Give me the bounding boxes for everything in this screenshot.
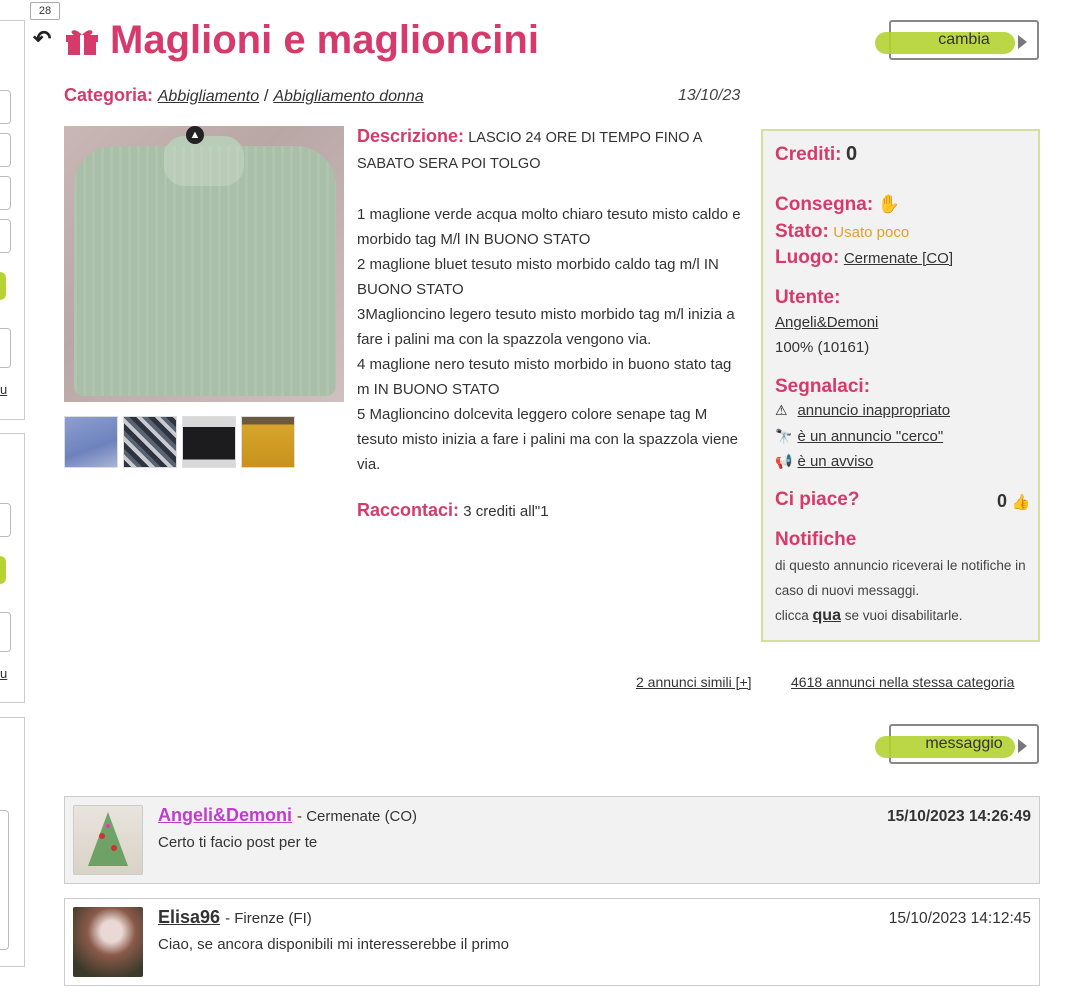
crediti-label: Crediti: bbox=[775, 144, 842, 165]
comment-user-link[interactable]: Elisa96 bbox=[158, 907, 220, 927]
thumbnail-1[interactable] bbox=[64, 416, 118, 468]
left-input-1[interactable] bbox=[0, 90, 11, 124]
left-input-5[interactable] bbox=[0, 328, 11, 368]
notifiche-pre: clicca bbox=[775, 608, 809, 623]
notifiche-text: di questo annuncio riceverai le notifich… bbox=[775, 558, 1026, 598]
post-date: 13/10/23 bbox=[678, 87, 741, 104]
utente-label: Utente: bbox=[775, 287, 841, 308]
category-label: Categoria: bbox=[64, 85, 154, 105]
arrow-right-icon bbox=[1018, 739, 1027, 753]
left-green-button-2[interactable] bbox=[0, 556, 6, 584]
messaggio-button[interactable]: messaggio bbox=[875, 724, 1039, 764]
page-title: Maglioni e maglioncini bbox=[110, 18, 539, 62]
notifiche-post: se vuoi disabilitarle. bbox=[844, 608, 963, 623]
comment-user-link[interactable]: Angeli&Demoni bbox=[158, 805, 292, 825]
similar-ads-link[interactable]: 2 annunci simili [+] bbox=[636, 674, 752, 690]
raccontaci-row: Raccontaci: 3 crediti all"1 bbox=[357, 500, 549, 521]
binoculars-icon: 🔭 bbox=[775, 428, 793, 444]
comment-item: Elisa96 - Firenze (FI) 15/10/2023 14:12:… bbox=[64, 898, 1040, 986]
report-cerco-link[interactable]: è un annuncio "cerco" bbox=[797, 428, 943, 445]
description-item: 4 maglione nero tesuto misto morbido in … bbox=[357, 356, 732, 398]
megaphone-icon: 📢 bbox=[775, 453, 793, 469]
raccontaci-text: 3 crediti all"1 bbox=[463, 503, 549, 520]
cambia-button[interactable]: cambia bbox=[875, 20, 1039, 60]
left-link-2[interactable]: u bbox=[0, 666, 7, 681]
notifiche-disable-link[interactable]: qua bbox=[813, 607, 841, 624]
comment-item: Angeli&Demoni - Cermenate (CO) 15/10/202… bbox=[64, 796, 1040, 884]
hand-icon: ✋ bbox=[877, 194, 901, 214]
left-input-2[interactable] bbox=[0, 133, 11, 167]
comment-date: 15/10/2023 14:26:49 bbox=[887, 808, 1031, 825]
category-link-abbigliamento-donna[interactable]: Abbigliamento donna bbox=[273, 88, 423, 105]
left-sidebar-partial: u u bbox=[0, 0, 25, 1000]
comment-location: - Cermenate (CO) bbox=[297, 808, 418, 825]
utente-rating: 100% (10161) bbox=[775, 339, 870, 356]
comment-date: 15/10/2023 14:12:45 bbox=[888, 910, 1031, 927]
left-input-6[interactable] bbox=[0, 503, 11, 537]
left-link-1[interactable]: u bbox=[0, 382, 7, 397]
thumbnail-2[interactable] bbox=[123, 416, 177, 468]
main-product-image[interactable] bbox=[64, 126, 344, 402]
left-input-7[interactable] bbox=[0, 612, 11, 652]
report-inappropriate-link[interactable]: annuncio inappropriato bbox=[797, 402, 950, 419]
comment-header: Elisa96 - Firenze (FI) bbox=[158, 907, 312, 928]
chevron-up-icon[interactable]: ▲ bbox=[186, 126, 204, 144]
left-input-3[interactable] bbox=[0, 176, 11, 210]
comment-location: - Firenze (FI) bbox=[225, 910, 312, 927]
left-input-4[interactable] bbox=[0, 219, 11, 253]
thumbnail-4[interactable] bbox=[241, 416, 295, 468]
comment-text: Certo ti facio post per te bbox=[158, 834, 318, 851]
crediti-value: 0 bbox=[845, 143, 858, 165]
thumbs-up-icon[interactable]: 👍 bbox=[1011, 494, 1030, 511]
same-category-link[interactable]: 4618 annunci nella stessa categoria bbox=[791, 674, 1014, 690]
description-block: Descrizione: LASCIO 24 ORE DI TEMPO FINO… bbox=[357, 124, 747, 477]
luogo-label: Luogo: bbox=[775, 247, 840, 268]
utente-link[interactable]: Angeli&Demoni bbox=[775, 314, 878, 331]
category-link-abbigliamento[interactable]: Abbigliamento bbox=[158, 88, 259, 105]
stato-label: Stato: bbox=[775, 221, 829, 242]
breadcrumb: Categoria: Abbigliamento / Abbigliamento… bbox=[64, 85, 424, 106]
comment-header: Angeli&Demoni - Cermenate (CO) bbox=[158, 805, 417, 826]
description-item: 2 maglione bluet tesuto misto morbido ca… bbox=[357, 256, 719, 298]
avatar[interactable] bbox=[73, 907, 143, 977]
avatar-tree-icon bbox=[88, 812, 128, 866]
ci-piace-label: Ci piace? bbox=[775, 489, 860, 510]
back-arrow-icon[interactable]: ↶ bbox=[33, 26, 51, 52]
description-item: 1 maglione verde acqua molto chiaro tesu… bbox=[357, 206, 741, 248]
left-input-8[interactable] bbox=[0, 810, 9, 950]
notifiche-label: Notifiche bbox=[775, 529, 857, 550]
arrow-right-icon bbox=[1018, 35, 1027, 49]
comment-text: Ciao, se ancora disponibili mi interesse… bbox=[158, 936, 509, 953]
avatar[interactable] bbox=[73, 805, 143, 875]
description-item: 3Maglioncino legero tesuto misto morbido… bbox=[357, 306, 735, 348]
consegna-label: Consegna: bbox=[775, 194, 874, 215]
likes-count: 0 bbox=[997, 491, 1008, 511]
raccontaci-label: Raccontaci: bbox=[357, 500, 460, 520]
description-item: 5 Maglioncino dolcevita leggero colore s… bbox=[357, 406, 739, 473]
warning-icon: ⚠ bbox=[775, 402, 788, 418]
left-green-button-1[interactable] bbox=[0, 272, 6, 300]
description-label: Descrizione: bbox=[357, 126, 465, 146]
notification-badge[interactable]: 28 bbox=[30, 2, 60, 20]
gift-icon bbox=[66, 30, 98, 55]
luogo-link[interactable]: Cermenate [CO] bbox=[844, 250, 953, 267]
stato-value: Usato poco bbox=[833, 224, 910, 241]
report-avviso-link[interactable]: è un avviso bbox=[797, 453, 873, 470]
segnalaci-label: Segnalaci: bbox=[775, 376, 871, 397]
breadcrumb-separator: / bbox=[263, 86, 269, 105]
thumbnail-3[interactable] bbox=[182, 416, 236, 468]
info-panel: Crediti: 0 Consegna: ✋ Stato: Usato poco… bbox=[761, 129, 1040, 642]
